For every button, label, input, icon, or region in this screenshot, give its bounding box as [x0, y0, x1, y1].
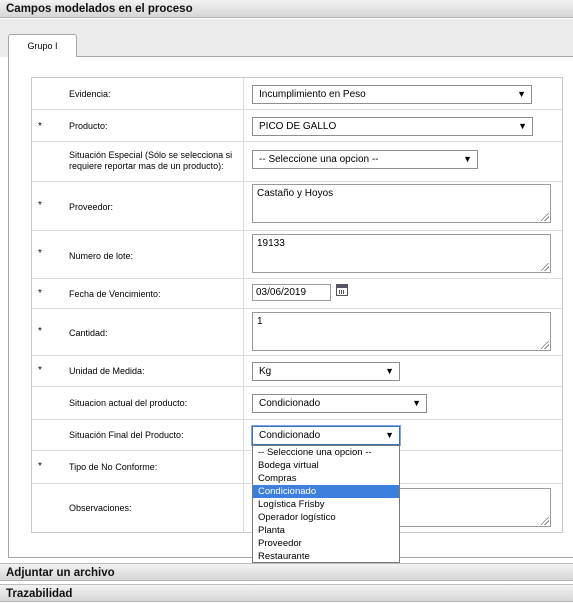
dropdown-option[interactable]: Planta [253, 524, 399, 537]
chevron-down-icon: ▼ [463, 154, 472, 164]
row-lote: * Numero de lote: 19133 [32, 231, 562, 279]
situacion-final-dropdown-list[interactable]: -- Seleccione una opcion -- Bodega virtu… [252, 445, 400, 563]
row-producto: * Producto: PICO DE GALLO ▼ [32, 110, 562, 142]
required-marker: * [38, 326, 42, 337]
label-producto: Producto: [69, 121, 108, 131]
dropdown-option[interactable]: -- Seleccione una opcion -- [253, 446, 399, 459]
label-unidad: Unidad de Medida: [69, 366, 145, 376]
label-situacion-especial: Situación Especial (Sólo se selecciona s… [69, 150, 233, 171]
cantidad-textarea[interactable]: 1 [252, 312, 551, 351]
dropdown-option[interactable]: Operador logístico [253, 511, 399, 524]
section-header-trazabilidad[interactable]: Trazabilidad [0, 584, 573, 602]
resize-grip-icon[interactable] [541, 263, 549, 271]
situacion-final-select[interactable]: Condicionado ▼ [252, 426, 400, 445]
chevron-down-icon: ▼ [385, 366, 394, 376]
resize-grip-icon[interactable] [541, 213, 549, 221]
section-header-campos[interactable]: Campos modelados en el proceso [0, 0, 573, 18]
label-evidencia: Evidencia: [69, 89, 111, 99]
label-lote: Numero de lote: [69, 251, 134, 261]
producto-select[interactable]: PICO DE GALLO ▼ [252, 117, 533, 136]
unidad-select[interactable]: Kg ▼ [252, 362, 400, 381]
chevron-down-icon: ▼ [518, 121, 527, 131]
dropdown-option[interactable]: Bodega virtual [253, 459, 399, 472]
row-evidencia: Evidencia: Incumplimiento en Peso ▼ [32, 78, 562, 110]
row-situacion-especial: Situación Especial (Sólo se selecciona s… [32, 142, 562, 182]
chevron-down-icon: ▼ [385, 430, 394, 440]
label-situacion-final: Situación Final del Producto: [69, 430, 184, 440]
row-situacion-actual: Situacion actual del producto: Condicion… [32, 387, 562, 420]
evidencia-select[interactable]: Incumplimiento en Peso ▼ [252, 85, 532, 104]
required-marker: * [38, 365, 42, 376]
row-proveedor: * Proveedor: Castaño y Hoyos [32, 182, 562, 231]
resize-grip-icon[interactable] [541, 517, 549, 525]
label-tipo-no-conforme: Tipo de No Conforme: [69, 462, 158, 472]
label-vencimiento: Fecha de Vencimiento: [69, 289, 161, 299]
required-marker: * [38, 121, 42, 132]
section-header-adjuntar[interactable]: Adjuntar un archivo [0, 563, 573, 581]
tab-strip [0, 19, 573, 57]
vencimiento-date-input[interactable]: 03/06/2019 [252, 284, 331, 301]
resize-grip-icon[interactable] [541, 341, 549, 349]
dropdown-option-selected[interactable]: Condicionado [253, 485, 399, 498]
dropdown-option[interactable]: Restaurante [253, 550, 399, 563]
required-marker: * [38, 248, 42, 259]
tab-grupo-i[interactable]: Grupo I [8, 34, 77, 57]
label-observaciones: Observaciones: [69, 503, 132, 513]
situacion-especial-select[interactable]: -- Seleccione una opcion -- ▼ [252, 150, 478, 169]
dropdown-option[interactable]: Logística Frisby [253, 498, 399, 511]
row-cantidad: * Cantidad: 1 [32, 309, 562, 356]
situacion-actual-select[interactable]: Condicionado ▼ [252, 394, 427, 413]
dropdown-option[interactable]: Compras [253, 472, 399, 485]
label-cantidad: Cantidad: [69, 328, 108, 338]
required-marker: * [38, 288, 42, 299]
lote-textarea[interactable]: 19133 [252, 234, 551, 273]
row-unidad: * Unidad de Medida: Kg ▼ [32, 356, 562, 387]
label-situacion-actual: Situacion actual del producto: [69, 398, 188, 408]
required-marker: * [38, 200, 42, 211]
proveedor-textarea[interactable]: Castaño y Hoyos [252, 184, 551, 223]
calendar-icon[interactable] [336, 284, 348, 296]
required-marker: * [38, 461, 42, 472]
dropdown-option[interactable]: Proveedor [253, 537, 399, 550]
chevron-down-icon: ▼ [412, 398, 421, 408]
label-proveedor: Proveedor: [69, 202, 114, 212]
chevron-down-icon: ▼ [517, 89, 526, 99]
row-vencimiento: * Fecha de Vencimiento: 03/06/2019 [32, 279, 562, 309]
